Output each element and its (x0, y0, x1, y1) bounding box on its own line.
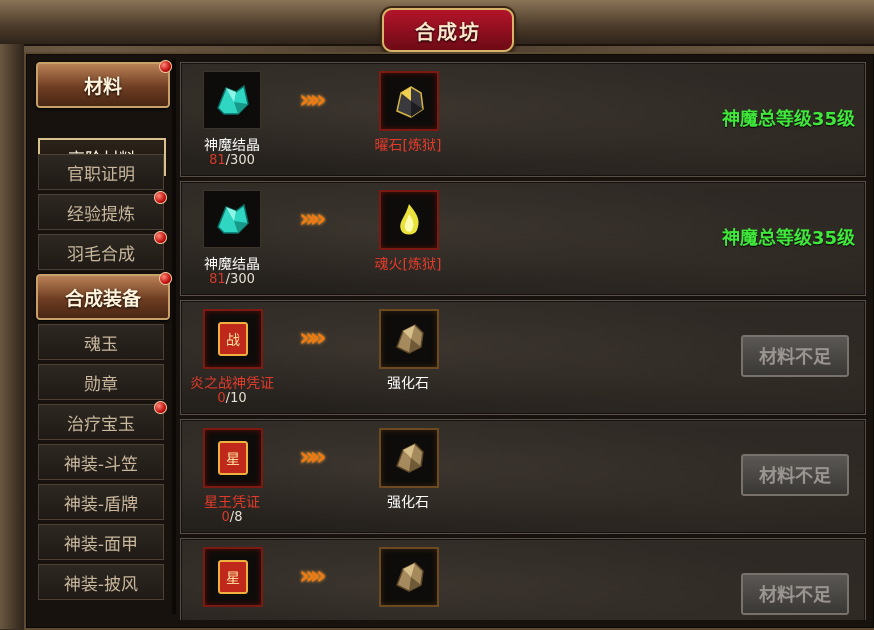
input-item-count: 81/300 (209, 153, 255, 168)
sidebar-item-soul-jade[interactable]: 魂玉 (38, 324, 164, 360)
sidebar-item-exp-refine[interactable]: 经验提炼 (38, 191, 167, 230)
craft-button[interactable]: 材料不足 (741, 573, 849, 615)
sidebar-item-label: 官职证明 (67, 164, 135, 185)
sidebar-item-label: 勋章 (84, 374, 118, 395)
sidebar-item-god-shield[interactable]: 神装-盾牌 (38, 484, 164, 520)
output-item-name: 强化石 (387, 495, 429, 511)
sidebar-item-label: 魂玉 (84, 334, 118, 355)
sidebar-item-label: 经验提炼 (67, 204, 135, 225)
crystal-icon[interactable] (203, 190, 261, 248)
recipe-row: 神魔结晶 81/300 »» 曜石[炼狱] 神魔总等级35级 (180, 62, 866, 177)
sidebar-item-label: 羽毛合成 (67, 244, 135, 265)
sidebar-item-label: 神装-披风 (63, 574, 139, 595)
scroll-glyph: 星 (226, 452, 240, 468)
sidebar-scrollbar[interactable] (172, 58, 176, 614)
arrow-right-icon: »» (299, 323, 326, 353)
arrow-right-icon: »» (299, 85, 326, 115)
arrow-right-icon: »» (299, 442, 326, 472)
input-item-count: 0/8 (221, 510, 243, 525)
crystal-icon[interactable] (203, 71, 261, 129)
requirement-text: 神魔总等级35级 (721, 109, 855, 130)
input-item-name: 星王凭证 (204, 495, 260, 511)
war-scroll-icon[interactable]: 战 (203, 309, 263, 369)
ore-stone-icon[interactable] (379, 547, 439, 607)
output-item-name: 魂火[炼狱] (374, 257, 442, 273)
ore-stone-icon[interactable] (379, 428, 439, 488)
craft-button[interactable]: 材料不足 (741, 454, 849, 496)
category-label: 材料 (83, 75, 122, 98)
notification-dot-icon (154, 191, 167, 204)
scroll-glyph: 战 (226, 333, 240, 349)
sidebar-item-feather[interactable]: 羽毛合成 (38, 231, 167, 270)
sidebar-item-god-mask[interactable]: 神装-面甲 (38, 524, 164, 560)
sidebar-item-healing-jade[interactable]: 治疗宝玉 (38, 401, 167, 440)
sidebar-item-label: 治疗宝玉 (67, 414, 135, 435)
ore-stone-icon[interactable] (379, 309, 439, 369)
category-label: 合成装备 (64, 287, 141, 310)
arrow-right-icon: »» (299, 561, 326, 591)
arrow-right-icon: »» (299, 204, 326, 234)
star-scroll-icon[interactable]: 星 (203, 547, 263, 607)
output-item-name: 曜石[炼狱] (374, 138, 442, 154)
requirement-text: 神魔总等级35级 (721, 228, 855, 249)
notification-dot-icon (159, 272, 172, 285)
recipe-list: 神魔结晶 81/300 »» 曜石[炼狱] 神魔总等级35级 神魔结晶 81/3… (180, 62, 866, 620)
sidebar-item-god-hat[interactable]: 神装-斗笠 (38, 444, 164, 480)
window-title: 合成坊 (415, 19, 481, 44)
recipe-row: 星 星王凭证 0/8 »» 强化石 材料不足 (180, 419, 866, 534)
notification-dot-icon (154, 231, 167, 244)
sidebar-item-label: 神装-斗笠 (63, 454, 139, 475)
output-item-name: 强化石 (387, 376, 429, 392)
dark-stone-icon[interactable] (379, 71, 439, 131)
input-item-name: 神魔结晶 (204, 138, 260, 154)
input-item-name: 神魔结晶 (204, 257, 260, 273)
sidebar-item-god-cloak[interactable]: 神装-披风 (38, 564, 164, 600)
sidebar-item-label: 神装-盾牌 (63, 494, 139, 515)
category-equipment[interactable]: 合成装备 (36, 272, 172, 320)
sidebar-item-medal[interactable]: 勋章 (38, 364, 164, 400)
recipe-row: 战 炎之战神凭证 0/10 »» 强化石 材料不足 (180, 300, 866, 415)
category-materials[interactable]: 材料 (36, 60, 172, 108)
left-ornament (0, 44, 24, 629)
craft-button[interactable]: 材料不足 (741, 335, 849, 377)
notification-dot-icon (159, 60, 172, 73)
recipe-row: 神魔结晶 81/300 »» 魂火[炼狱] 神魔总等级35级 (180, 181, 866, 296)
sidebar: 材料 高阶材料 官职证明 经验提炼 羽毛合成 合成装备 魂玉 勋章 治疗宝玉 神… (36, 60, 172, 622)
sidebar-item-label: 神装-面甲 (63, 534, 139, 555)
input-item-count: 0/10 (217, 391, 247, 406)
sidebar-item-official-proof[interactable]: 官职证明 (38, 154, 164, 190)
soul-fire-icon[interactable] (379, 190, 439, 250)
star-scroll-icon[interactable]: 星 (203, 428, 263, 488)
window-title-plate: 合成坊 (382, 8, 514, 52)
input-item-name: 炎之战神凭证 (190, 376, 274, 392)
input-item-count: 81/300 (209, 272, 255, 287)
notification-dot-icon (154, 401, 167, 414)
scroll-glyph: 星 (226, 571, 240, 587)
recipe-row: 星 »» 材料不足 (180, 538, 866, 620)
